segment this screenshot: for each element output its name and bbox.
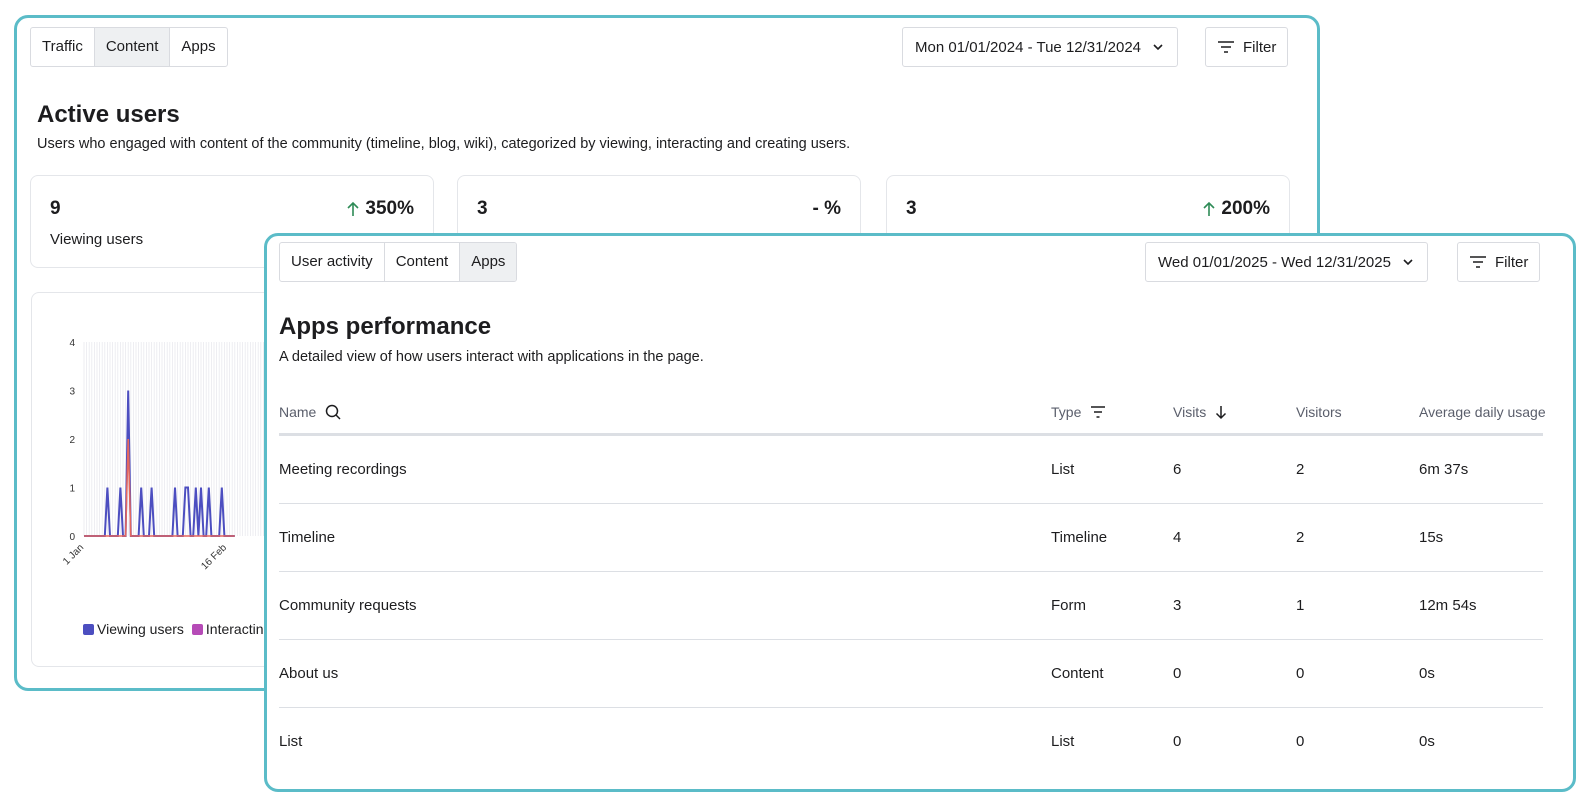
date-range-dropdown[interactable]: Mon 01/01/2024 - Tue 12/31/2024 (902, 27, 1179, 67)
column-header-type[interactable]: Type (1051, 404, 1106, 420)
column-header-label: Average daily usage (1419, 404, 1546, 420)
y-tick-label: 0 (69, 532, 75, 543)
cell-type: List (1051, 461, 1075, 478)
cell-visits: 4 (1173, 529, 1182, 546)
stat-value: 9 (50, 198, 61, 219)
apps-performance-panel: User activity Content Apps Wed 01/01/202… (264, 233, 1576, 792)
filter-button[interactable]: Filter (1205, 27, 1289, 67)
column-header-label: Name (279, 404, 317, 420)
tab-user-activity[interactable]: User activity (280, 243, 385, 281)
column-header-name[interactable]: Name (279, 404, 341, 420)
stat-label: Viewing users (50, 231, 144, 248)
column-header-visitors[interactable]: Visitors (1296, 404, 1342, 420)
page-subtitle: A detailed view of how users interact wi… (279, 349, 704, 365)
column-header-label: Visitors (1296, 404, 1342, 420)
table-row[interactable]: Timeline Timeline 4 2 15s (279, 504, 1543, 572)
column-header-average-daily-usage[interactable]: Average daily usage (1419, 404, 1546, 420)
cell-visits: 3 (1173, 597, 1182, 614)
page-title: Apps performance (279, 313, 492, 340)
tab-content[interactable]: Content (94, 28, 171, 66)
tab-apps[interactable]: Apps (170, 28, 226, 66)
cell-name: Community requests (279, 597, 417, 614)
page-subtitle: Users who engaged with content of the co… (37, 136, 851, 152)
stat-change: 200% (1202, 198, 1270, 220)
column-header-label: Type (1051, 404, 1082, 420)
filter-button[interactable]: Filter (1457, 242, 1541, 282)
column-header-label: Visits (1173, 404, 1207, 420)
date-range-label: Mon 01/01/2024 - Tue 12/31/2024 (915, 38, 1142, 56)
tab-content[interactable]: Content (385, 243, 461, 281)
cell-average-daily-usage: 6m 37s (1419, 461, 1469, 478)
legend-swatch (191, 623, 203, 635)
filter-icon[interactable] (1090, 405, 1106, 419)
cell-name: About us (279, 665, 339, 682)
table-row[interactable]: About us Content 0 0 0s (279, 640, 1543, 708)
search-icon[interactable] (325, 404, 341, 420)
arrow-down-icon[interactable] (1215, 405, 1227, 420)
chevron-down-icon (1153, 44, 1163, 51)
table-row[interactable]: List List 0 0 0s (279, 708, 1543, 776)
chevron-down-icon (1403, 259, 1413, 266)
stat-value: 3 (906, 198, 917, 219)
x-tick-label: 1 Jan (61, 542, 86, 567)
tab-traffic[interactable]: Traffic (31, 28, 95, 66)
legend-item-interacting[interactable]: Interactin (191, 621, 264, 637)
cell-type: List (1051, 733, 1075, 750)
cell-visitors: 1 (1296, 597, 1305, 614)
column-header-visits[interactable]: Visits (1173, 404, 1227, 420)
stat-change-value: 200% (1221, 198, 1270, 219)
cell-visits: 0 (1173, 665, 1182, 682)
filter-icon (1470, 256, 1486, 268)
filter-label: Filter (1495, 253, 1529, 271)
cell-type: Content (1051, 665, 1104, 682)
cell-visitors: 2 (1296, 461, 1305, 478)
page-title: Active users (37, 101, 180, 128)
cell-average-daily-usage: 0s (1419, 733, 1435, 750)
chart-legend: Viewing users Interactin (83, 621, 264, 637)
stat-change: - % (813, 198, 842, 220)
cell-visitors: 0 (1296, 665, 1305, 682)
stat-change: 350% (346, 198, 414, 220)
legend-swatch (83, 623, 94, 635)
arrow-up-icon (1203, 201, 1215, 216)
cell-name: Timeline (279, 529, 336, 546)
legend-label: Viewing users (97, 621, 184, 637)
stat-change-value: 350% (365, 198, 414, 219)
cell-type: Form (1051, 597, 1086, 614)
cell-average-daily-usage: 12m 54s (1419, 597, 1477, 614)
cell-visitors: 2 (1296, 529, 1305, 546)
cell-type: Timeline (1051, 529, 1108, 546)
date-range-dropdown[interactable]: Wed 01/01/2025 - Wed 12/31/2025 (1145, 242, 1428, 282)
cell-visitors: 0 (1296, 733, 1305, 750)
table-row[interactable]: Meeting recordings List 6 2 6m 37s (279, 436, 1543, 504)
date-range-label: Wed 01/01/2025 - Wed 12/31/2025 (1158, 253, 1391, 271)
stat-change-value: - % (812, 198, 842, 219)
cell-name: List (279, 733, 303, 750)
legend-item-viewing[interactable]: Viewing users (83, 621, 184, 637)
cell-visits: 0 (1173, 733, 1182, 750)
cell-name: Meeting recordings (279, 461, 407, 478)
back-tab-bar: Traffic Content Apps (30, 27, 228, 67)
y-tick-label: 2 (69, 435, 75, 446)
cell-average-daily-usage: 15s (1419, 529, 1444, 546)
filter-label: Filter (1243, 38, 1277, 56)
cell-average-daily-usage: 0s (1419, 665, 1435, 682)
front-tab-bar: User activity Content Apps (279, 242, 518, 282)
y-tick-label: 3 (69, 387, 75, 398)
table-row[interactable]: Community requests Form 3 1 12m 54s (279, 572, 1543, 640)
filter-icon (1218, 41, 1234, 53)
y-tick-label: 1 (69, 484, 75, 495)
arrow-up-icon (347, 201, 359, 216)
x-tick-label: 16 Feb (199, 542, 229, 572)
stat-value: 3 (477, 198, 488, 219)
tab-apps[interactable]: Apps (460, 243, 517, 281)
cell-visits: 6 (1173, 461, 1182, 478)
legend-label: Interactin (205, 621, 264, 637)
y-tick-label: 4 (69, 338, 75, 349)
